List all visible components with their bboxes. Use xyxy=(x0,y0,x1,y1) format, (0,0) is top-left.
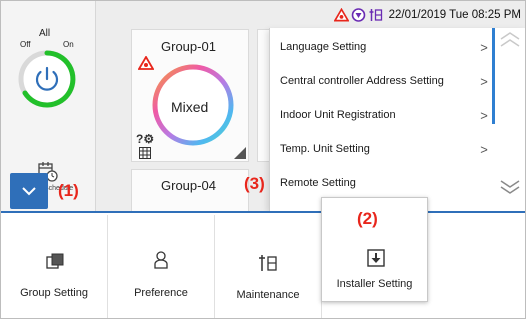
chevron-right-icon: > xyxy=(480,141,488,157)
tab-label: Preference xyxy=(134,287,188,299)
expand-menu-button[interactable] xyxy=(10,173,48,209)
tab-label: Group Setting xyxy=(20,287,88,299)
menu-item-central-controller-address[interactable]: Central controller Address Setting > xyxy=(270,64,492,98)
menu-item-temp-unit-setting[interactable]: Temp. Unit Setting > xyxy=(270,132,492,166)
grid-icon xyxy=(139,147,151,159)
menu-scroll-controls xyxy=(495,28,525,211)
chevron-down-icon xyxy=(22,187,36,196)
group-card[interactable]: Group-01 Mixed ?⚙ xyxy=(131,29,249,162)
all-on-label: On xyxy=(63,40,74,49)
menu-item-label: Indoor Unit Registration xyxy=(280,109,396,121)
scroll-down-icon[interactable] xyxy=(499,179,521,195)
annotation-step-3: (3) xyxy=(244,174,265,193)
power-icon xyxy=(18,50,76,108)
menu-item-language-setting[interactable]: Language Setting > xyxy=(270,30,492,64)
all-off-label: Off xyxy=(20,40,31,49)
menu-item-label: Central controller Address Setting xyxy=(280,75,444,87)
datetime: 22/01/2019 Tue 08:25 PM xyxy=(388,9,521,21)
status-bar: 22/01/2019 Tue 08:25 PM xyxy=(333,7,521,23)
installer-setting-icon xyxy=(367,249,385,267)
maintenance-icon[interactable] xyxy=(368,8,383,22)
menu-item-label: Language Setting xyxy=(280,41,367,53)
bottom-navigation: Group Setting Preference Maintenance xyxy=(1,211,525,318)
all-title: All xyxy=(39,28,51,39)
group-name: Group-01 xyxy=(161,39,216,54)
mode-label: Mixed xyxy=(171,99,209,115)
all-power-button[interactable] xyxy=(17,49,77,109)
group-setting-icon xyxy=(46,253,64,269)
group-name: Group-04 xyxy=(161,178,216,193)
corner-fold-icon xyxy=(234,147,246,159)
chevron-right-icon: > xyxy=(480,107,488,123)
annotation-step-2: (2) xyxy=(357,209,378,228)
scroll-up-icon[interactable] xyxy=(499,32,521,48)
tab-preference[interactable]: Preference xyxy=(108,215,215,318)
menu-item-indoor-unit-registration[interactable]: Indoor Unit Registration > xyxy=(270,98,492,132)
chevron-right-icon: > xyxy=(480,39,488,55)
chevron-right-icon: > xyxy=(480,73,488,89)
unknown-gear-icon: ?⚙ xyxy=(136,132,155,146)
menu-item-remote-setting[interactable]: Remote Setting xyxy=(270,166,492,200)
tab-label: Installer Setting xyxy=(336,278,413,290)
tab-maintenance[interactable]: Maintenance xyxy=(215,215,322,318)
menu-item-label: Temp. Unit Setting xyxy=(280,143,370,155)
app-frame: All Off On Schedule Group-01 Mixed ?⚙ Gr… xyxy=(0,0,526,319)
filter-sign-icon[interactable] xyxy=(351,8,366,22)
maintenance-icon xyxy=(259,255,277,271)
alarm-warning-icon[interactable] xyxy=(333,8,349,22)
tab-label: Maintenance xyxy=(236,289,300,301)
menu-item-label: Remote Setting xyxy=(280,177,356,189)
annotation-step-1: (1) xyxy=(58,181,79,200)
preference-icon xyxy=(154,251,168,269)
installer-setting-menu: Language Setting > Central controller Ad… xyxy=(269,28,525,211)
tab-group-setting[interactable]: Group Setting xyxy=(1,215,108,318)
